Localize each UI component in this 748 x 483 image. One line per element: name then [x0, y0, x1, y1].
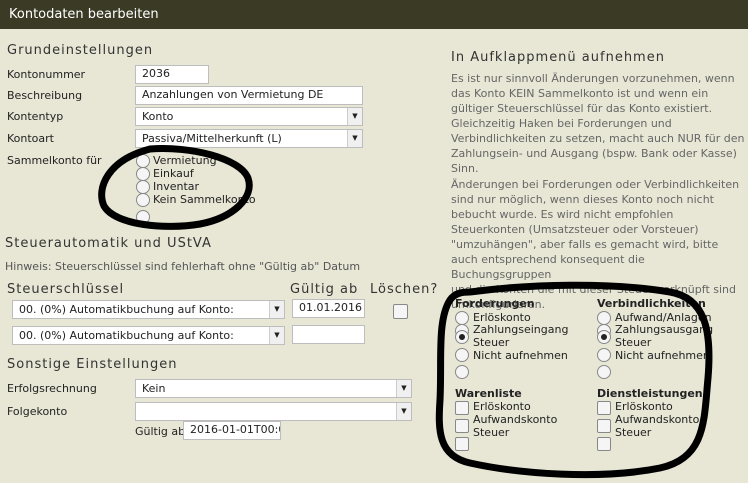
kontentyp-label: Kontentyp [7, 110, 64, 123]
window-title: Kontodaten bearbeiten [0, 0, 748, 29]
dienst-checkbox-erloeskonto[interactable] [597, 401, 611, 415]
verbind-option-label: Zahlungsausgang [615, 323, 714, 336]
sammel-option-label: Einkauf [153, 167, 194, 180]
dienstleistungen-heading: Dienstleistungen [597, 387, 703, 400]
dienst-option-label: Erlöskonto [615, 400, 673, 413]
waren-checkbox-steuer[interactable] [455, 437, 469, 451]
forderungen-radio-erloeskonto[interactable] [455, 311, 469, 325]
sammel-radio-kein[interactable] [136, 193, 150, 207]
folgekonto-label: Folgekonto [7, 405, 68, 418]
dienst-checkbox-aufwandskonto[interactable] [597, 419, 611, 433]
chevron-down-icon: ▼ [269, 327, 284, 344]
sammel-option-label: Kein Sammelkonto [153, 193, 256, 206]
steuer-hint: Hinweis: Steuerschlüssel sind fehlerhaft… [5, 260, 361, 273]
loeschen-checkbox[interactable] [393, 304, 408, 319]
dienst-option-label: Aufwandskonto [615, 413, 700, 426]
verbind-radio-steuer[interactable] [597, 330, 611, 344]
sammel-option-label: Inventar [153, 180, 200, 193]
folge-gueltig-ab-input[interactable]: 2016-01-01T00:00 [183, 421, 281, 440]
kontoart-value: Passiva/Mittelherkunft (L) [142, 132, 282, 145]
waren-option-label: Steuer [473, 426, 510, 439]
erfolgsrechnung-value: Kein [142, 382, 166, 395]
para2-line: auch entsprechend konsequent die Buchung… [451, 253, 645, 281]
waren-option-label: Aufwandskonto [473, 413, 558, 426]
steuerschluessel-value-2: 00. (0%) Automatikbuchung auf Konto: [19, 329, 234, 342]
steuer-section-title: Steuerautomatik und UStVA [5, 236, 212, 251]
kontentyp-value: Konto [142, 110, 174, 123]
forderungen-option-label: Steuer [473, 336, 510, 349]
para2-line: sind nur möglich, wenn dieses Konto noch… [451, 193, 714, 206]
erfolgsrechnung-select[interactable]: Kein ▼ [135, 379, 412, 398]
forderungen-option-label: Nicht aufnehmen [473, 349, 568, 362]
verbind-radio-aufwand[interactable] [597, 311, 611, 325]
waren-checkbox-aufwandskonto[interactable] [455, 419, 469, 433]
chevron-down-icon: ▼ [396, 403, 411, 420]
sammel-radio-inventar[interactable] [136, 180, 150, 194]
steuerschluessel-value-1: 00. (0%) Automatikbuchung auf Konto: [19, 303, 234, 316]
para1-line: Es ist nur sinnvoll Änderungen vorzunehm… [451, 72, 735, 85]
sammel-radio-einkauf[interactable] [136, 167, 150, 181]
aufklapp-info-paragraph-2: Änderungen bei Forderungen oder Verbindl… [451, 177, 748, 312]
sonstige-section-title: Sonstige Einstellungen [7, 357, 178, 372]
para1-line: Zahlungsein- und Ausgang (bspw. Bank ode… [451, 147, 737, 160]
para2-line: "umzuhängen", aber falls es gemacht wird… [451, 238, 719, 251]
forderungen-radio-nicht-aufnehmen[interactable] [455, 348, 469, 362]
para2-line: bebucht wurde. Es wird nicht empfohlen [451, 208, 674, 221]
para1-line: das Konto KEIN Sammelkonto ist und wenn … [451, 87, 709, 100]
forderungen-heading: Forderungen [455, 297, 535, 310]
verbind-option-label: Steuer [615, 336, 652, 349]
kontentyp-select[interactable]: Konto ▼ [135, 107, 363, 126]
para1-line: gültiger Steuerschlüssel für das Konto e… [451, 102, 713, 115]
sammel-radio-vermietung[interactable] [136, 154, 150, 168]
forderungen-radio-steuer[interactable] [455, 330, 469, 344]
warenliste-heading: Warenliste [455, 387, 522, 400]
loeschen-col-header: Löschen? [370, 282, 439, 297]
verbind-radio-empty[interactable] [597, 365, 611, 379]
para1-line: Sinn. [451, 162, 479, 175]
beschreibung-input[interactable]: Anzahlungen von Vermietung DE [135, 86, 363, 105]
kontoart-select[interactable]: Passiva/Mittelherkunft (L) ▼ [135, 129, 363, 148]
waren-checkbox-erloeskonto[interactable] [455, 401, 469, 415]
folge-gueltig-ab-label: Gültig ab [135, 425, 186, 438]
waren-option-label: Erlöskonto [473, 400, 531, 413]
verbind-option-label: Nicht aufnehmen [615, 349, 710, 362]
beschreibung-label: Beschreibung [7, 89, 83, 102]
sammel-option-label: Vermietung [153, 154, 217, 167]
forderungen-option-label: Zahlungseingang [473, 323, 569, 336]
grund-section-title: Grundeinstellungen [7, 43, 154, 58]
chevron-down-icon: ▼ [269, 301, 284, 318]
para1-line: Gleichzeitig Haken bei Forderungen und [451, 117, 672, 130]
sammel-radio-empty[interactable] [136, 210, 150, 224]
chevron-down-icon: ▼ [347, 108, 362, 125]
verbindlichkeiten-heading: Verbindlichkeiten [597, 297, 706, 310]
gueltig-ab-input-2[interactable] [292, 325, 365, 344]
aufklapp-info-paragraph-1: Es ist nur sinnvoll Änderungen vorzunehm… [451, 71, 745, 176]
forderungen-radio-empty[interactable] [455, 365, 469, 379]
steuerschluessel-select-1[interactable]: 00. (0%) Automatikbuchung auf Konto: ▼ [12, 300, 285, 319]
kontonummer-input[interactable]: 2036 [135, 65, 209, 84]
para2-line: Änderungen bei Forderungen oder Verbindl… [451, 178, 740, 191]
folgekonto-select[interactable]: ▼ [135, 402, 412, 421]
erfolgsrechnung-label: Erfolgsrechnung [7, 382, 97, 395]
dienst-option-label: Steuer [615, 426, 652, 439]
chevron-down-icon: ▼ [347, 130, 362, 147]
chevron-down-icon: ▼ [396, 380, 411, 397]
gueltig-ab-col-header: Gültig ab [290, 282, 359, 297]
para2-line: Steuerkonten (Umsatzsteuer oder Vorsteue… [451, 223, 699, 236]
dienst-checkbox-steuer[interactable] [597, 437, 611, 451]
sammelkonto-label: Sammelkonto für [7, 154, 102, 167]
aufklapp-section-title: In Aufklappmenü aufnehmen [451, 50, 665, 65]
kontoart-label: Kontoart [7, 132, 54, 145]
para2-line: und die Konten die mit dieser Steuer ver… [451, 283, 736, 296]
steuerschluessel-select-2[interactable]: 00. (0%) Automatikbuchung auf Konto: ▼ [12, 326, 285, 345]
para1-line: Verbindlichkeiten zu setzen, macht auch … [451, 132, 745, 145]
kontonummer-label: Kontonummer [7, 68, 86, 81]
steuerschluessel-col-header: Steuerschlüssel [7, 282, 125, 297]
gueltig-ab-input-1[interactable]: 01.01.2016 [292, 299, 365, 318]
verbind-radio-nicht-aufnehmen[interactable] [597, 348, 611, 362]
